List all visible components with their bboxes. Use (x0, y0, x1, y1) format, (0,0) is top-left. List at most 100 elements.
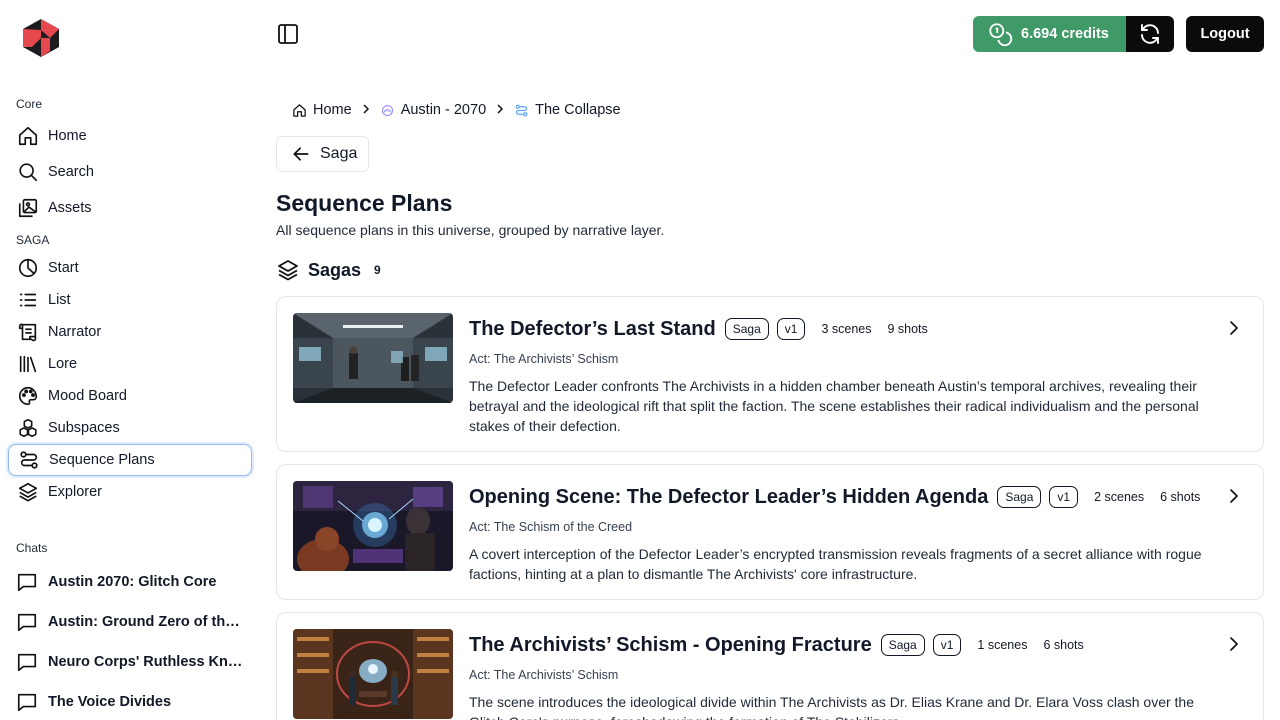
home-icon (16, 124, 40, 148)
sidebar-item-list[interactable]: List (8, 285, 252, 315)
refresh-credits-button[interactable] (1126, 16, 1174, 52)
search-icon (16, 160, 40, 184)
sidebar-item-label: Explorer (48, 484, 102, 500)
sidebar-item-explorer[interactable]: Explorer (8, 477, 252, 507)
sidebar-item-label: Lore (48, 356, 78, 372)
chevron-right-icon[interactable] (1225, 635, 1243, 653)
credits-button[interactable]: 6.694 credits (973, 16, 1126, 52)
coins-icon (989, 23, 1013, 47)
breadcrumb-universe[interactable]: Austin - 2070 (380, 102, 486, 118)
chat-item[interactable]: Neuro Corps' Ruthless Kno... (8, 646, 252, 678)
sequence-plan-card[interactable]: The Defector’s Last Stand Saga v1 3 scen… (276, 296, 1264, 452)
chat-bubble-icon (17, 613, 37, 632)
library-icon (16, 352, 40, 376)
breadcrumb-label: Home (313, 102, 352, 118)
scene-count: 1 scenes (977, 638, 1028, 652)
refresh-icon (1141, 24, 1159, 44)
layer-badge: Saga (724, 318, 769, 340)
card-act: Act: The Schism of the Creed (469, 520, 633, 534)
card-title: The Defector’s Last Stand (469, 317, 716, 340)
layer-badge: Saga (997, 486, 1042, 508)
breadcrumb-saga[interactable]: The Collapse (514, 102, 621, 118)
chat-item[interactable]: Austin: Ground Zero of the ... (8, 606, 252, 638)
scene-count: 2 scenes (1094, 490, 1145, 504)
sidebar-item-label: Start (48, 260, 79, 276)
layers-icon (16, 480, 40, 504)
sidebar-item-label: Mood Board (48, 388, 127, 404)
chat-item[interactable]: Austin 2070: Glitch Core (8, 566, 252, 598)
assets-icon (16, 196, 40, 220)
home-icon (293, 103, 306, 117)
credits-group: 6.694 credits (973, 16, 1174, 52)
sidebar-item-mood-board[interactable]: Mood Board (8, 381, 252, 411)
sidebar: Core Home Search Assets SAGA Start List (0, 0, 262, 720)
sidebar-section-saga: SAGA (16, 233, 50, 247)
sidebar-item-sequence-plans[interactable]: Sequence Plans (8, 444, 252, 476)
sidebar-item-narrator[interactable]: Narrator (8, 317, 252, 347)
universe-icon (381, 104, 393, 116)
layers-icon (278, 260, 298, 281)
sidebar-item-search[interactable]: Search (8, 157, 252, 187)
sequence-plan-card[interactable]: Opening Scene: The Defector Leader’s Hid… (276, 464, 1264, 600)
group-title: Sagas (308, 259, 362, 280)
scene-count: 3 scenes (821, 322, 872, 336)
sidebar-item-label: Home (48, 128, 87, 144)
app-logo-icon[interactable] (20, 18, 62, 58)
card-description: A covert interception of the Defector Le… (469, 546, 1202, 582)
version-badge: v1 (932, 634, 962, 656)
chat-bubble-icon (17, 653, 37, 672)
back-to-saga-button[interactable]: Saga (276, 136, 369, 172)
group-count: 9 (374, 263, 381, 277)
chat-item-label: Neuro Corps' Ruthless Kno... (48, 654, 244, 670)
card-description: The scene introduces the ideological div… (469, 694, 1195, 720)
card-title-row: The Defector’s Last Stand Saga v1 3 scen… (469, 315, 944, 343)
page-subtitle: All sequence plans in this universe, gro… (276, 222, 665, 238)
sidebar-item-home[interactable]: Home (8, 121, 252, 151)
chat-bubble-icon (17, 693, 37, 712)
chat-item-label: Austin: Ground Zero of the ... (48, 614, 244, 630)
shot-count: 6 shots (1043, 638, 1084, 652)
arrow-left-icon (293, 147, 309, 161)
sidebar-toggle-icon[interactable] (276, 22, 300, 46)
scroll-icon (16, 320, 40, 344)
breadcrumb: Home Austin - 2070 The Collapse (292, 100, 621, 120)
sidebar-item-label: List (48, 292, 71, 308)
chevron-right-icon[interactable] (1225, 319, 1243, 337)
chat-item[interactable]: The Voice Divides (8, 686, 252, 718)
sidebar-section-core: Core (16, 97, 43, 111)
chevron-right-icon (495, 103, 505, 117)
credits-label: 6.694 credits (1021, 26, 1109, 42)
card-title: The Archivists’ Schism - Opening Fractur… (469, 633, 872, 656)
sidebar-item-assets[interactable]: Assets (8, 193, 252, 223)
chat-item-label: Austin 2070: Glitch Core (48, 574, 217, 590)
route-icon (17, 448, 41, 472)
chat-item-label: The Voice Divides (48, 694, 172, 710)
list-icon (16, 288, 40, 312)
sidebar-item-start[interactable]: Start (8, 253, 252, 283)
card-act: Act: The Archivists’ Schism (469, 352, 619, 366)
version-badge: v1 (776, 318, 806, 340)
route-icon (515, 104, 528, 116)
card-description: The Defector Leader confronts The Archiv… (469, 378, 1199, 434)
sidebar-item-lore[interactable]: Lore (8, 349, 252, 379)
logout-button[interactable]: Logout (1186, 16, 1264, 52)
shot-count: 6 shots (1160, 490, 1201, 504)
breadcrumb-home[interactable]: Home (292, 102, 352, 118)
sidebar-item-label: Subspaces (48, 420, 120, 436)
card-title: Opening Scene: The Defector Leader’s Hid… (469, 485, 989, 508)
sequence-plan-thumbnail (293, 313, 453, 403)
palette-icon (16, 384, 40, 408)
sequence-plan-thumbnail (293, 481, 453, 571)
card-act: Act: The Archivists’ Schism (469, 668, 619, 682)
chat-bubble-icon (17, 573, 37, 592)
sequence-plan-card[interactable]: The Archivists’ Schism - Opening Fractur… (276, 612, 1264, 720)
back-button-label: Saga (320, 145, 358, 162)
card-title-row: The Archivists’ Schism - Opening Fractur… (469, 631, 1100, 659)
sidebar-item-subspaces[interactable]: Subspaces (8, 413, 252, 443)
layer-badge: Saga (880, 634, 925, 656)
sidebar-item-label: Search (48, 164, 94, 180)
sequence-plan-thumbnail (293, 629, 453, 719)
chevron-right-icon[interactable] (1225, 487, 1243, 505)
breadcrumb-label: The Collapse (535, 102, 621, 118)
breadcrumb-label: Austin - 2070 (400, 102, 487, 118)
